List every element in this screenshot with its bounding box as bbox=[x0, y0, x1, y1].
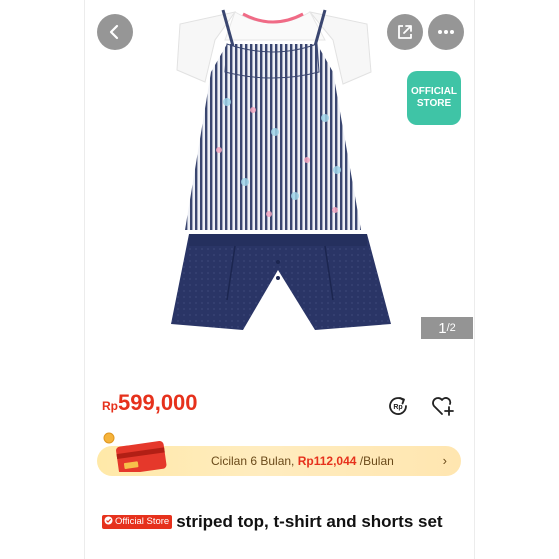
wishlist-add-icon bbox=[432, 397, 454, 416]
more-icon bbox=[438, 30, 454, 34]
share-icon bbox=[398, 25, 412, 39]
price-check-icon: Rp bbox=[389, 397, 407, 415]
official-store-badge-text: OFFICIAL STORE bbox=[410, 86, 458, 109]
chevron-right-icon: › bbox=[442, 453, 447, 468]
more-options-button[interactable] bbox=[428, 14, 464, 50]
price-check-button[interactable]: Rp bbox=[386, 394, 412, 418]
product-title-row: Official Store striped top, t-shirt and s… bbox=[102, 510, 462, 533]
credit-card-icon bbox=[103, 432, 167, 472]
image-counter-current: 1 bbox=[438, 319, 447, 337]
product-image-gallery[interactable]: OFFICIAL STORE 1/2 bbox=[85, 0, 474, 360]
image-counter: 1/2 bbox=[421, 317, 473, 339]
add-to-wishlist-button[interactable] bbox=[430, 394, 456, 418]
back-arrow-icon bbox=[109, 24, 119, 40]
official-store-badge: OFFICIAL STORE bbox=[407, 71, 461, 125]
share-button[interactable] bbox=[387, 14, 423, 50]
svg-text:Rp: Rp bbox=[393, 404, 402, 411]
image-counter-total: /2 bbox=[446, 322, 456, 334]
installment-amount: Rp112,044 bbox=[297, 454, 357, 468]
price-currency: Rp bbox=[102, 399, 118, 413]
check-circle-icon bbox=[104, 516, 113, 525]
official-store-tag-label: Official Store bbox=[115, 516, 170, 527]
back-button[interactable] bbox=[97, 14, 133, 50]
official-store-tag: Official Store bbox=[102, 515, 173, 529]
installment-text: Cicilan 6 Bulan, Rp112,044 /Bulan bbox=[211, 454, 394, 468]
product-photo bbox=[171, 9, 391, 330]
price-amount: 599,000 bbox=[118, 390, 198, 415]
product-title: striped top, t-shirt and shorts set bbox=[176, 512, 443, 531]
installment-prefix: Cicilan 6 Bulan, bbox=[211, 454, 298, 468]
installment-banner[interactable]: Cicilan 6 Bulan, Rp112,044 /Bulan › bbox=[97, 432, 461, 480]
product-page: OFFICIAL STORE 1/2 Rp599,000 Rp Cicilan … bbox=[85, 0, 474, 559]
installment-suffix: /Bulan bbox=[356, 454, 394, 468]
product-price: Rp599,000 bbox=[102, 390, 198, 416]
